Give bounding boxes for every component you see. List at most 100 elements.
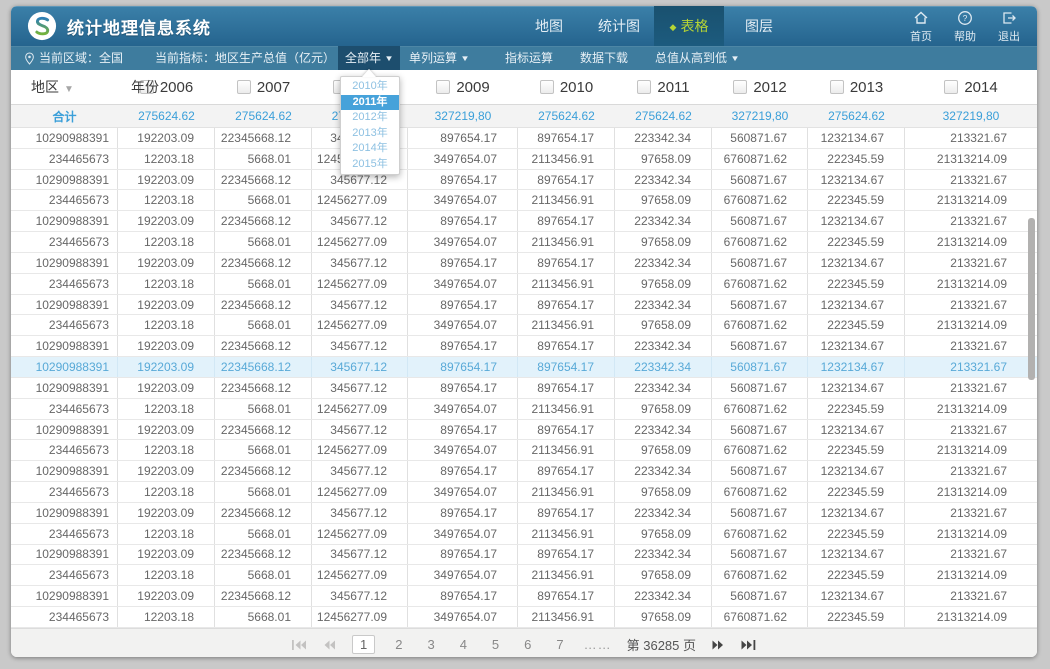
total-value: 327219,80: [712, 109, 808, 123]
table-row[interactable]: 10290988391 192203.09 22345668.12 345677…: [11, 170, 1037, 191]
cell: 12456277.09: [312, 232, 408, 252]
cell: 97658.09: [615, 232, 712, 252]
page-number[interactable]: 1: [352, 635, 375, 654]
cell: 560871.67: [712, 586, 808, 606]
year-dropdown-item[interactable]: 2011年: [341, 95, 399, 111]
table-row[interactable]: 10290988391 192203.09 22345668.12 345677…: [11, 545, 1037, 566]
year-checkbox[interactable]: [237, 80, 251, 94]
last-page-button[interactable]: [740, 639, 757, 651]
year-dropdown-item[interactable]: 2014年: [341, 141, 399, 157]
next-page-button[interactable]: [711, 639, 725, 651]
help-button[interactable]: ? 帮助: [947, 10, 983, 44]
cell: 213321.67: [905, 378, 1037, 398]
year-column-header[interactable]: 2010: [518, 79, 615, 96]
toolbar: 当前区域：全国 当前指标：地区生产总值（亿元） 全部年▼ 单列运算▼ 指标运算 …: [11, 46, 1037, 70]
indicator-operation-button[interactable]: 指标运算: [505, 46, 553, 70]
table-row[interactable]: 234465673 12203.18 5668.01 12456277.09 3…: [11, 524, 1037, 545]
total-value: 275624.62: [518, 109, 615, 123]
year-checkbox[interactable]: [830, 80, 844, 94]
table-row[interactable]: 10290988391 192203.09 22345668.12 345677…: [11, 420, 1037, 441]
cell: 223342.34: [615, 295, 712, 315]
year-checkbox[interactable]: [637, 80, 651, 94]
year-checkbox[interactable]: [944, 80, 958, 94]
table-row[interactable]: 10290988391 192203.09 22345668.12 345677…: [11, 586, 1037, 607]
first-page-button[interactable]: [291, 639, 308, 651]
table-row[interactable]: 10290988391 192203.09 22345668.12 345677…: [11, 336, 1037, 357]
year-dropdown-item[interactable]: 2013年: [341, 126, 399, 142]
cell: 1232134.67: [808, 295, 905, 315]
active-tab-diamond-icon: ◆: [670, 22, 677, 32]
cell: 560871.67: [712, 128, 808, 148]
cell: 192203.09: [118, 545, 215, 565]
cell: 3497654.07: [408, 440, 518, 460]
region-column-header[interactable]: 地区▼: [11, 77, 118, 97]
nav-tab[interactable]: ◆表格: [654, 6, 724, 46]
table-row[interactable]: 10290988391 192203.09 22345668.12 345677…: [11, 128, 1037, 149]
year-checkbox[interactable]: [540, 80, 554, 94]
year-column-header[interactable]: 2012: [712, 79, 808, 96]
table-row[interactable]: 10290988391 192203.09 22345668.12 345677…: [11, 503, 1037, 524]
help-icon: ?: [957, 10, 973, 26]
cell: 213321.67: [905, 420, 1037, 440]
year-column-header[interactable]: 2014: [905, 79, 1037, 96]
cell: 192203.09: [118, 295, 215, 315]
table-row[interactable]: 234465673 12203.18 5668.01 12456277.09 3…: [11, 399, 1037, 420]
cell: 2113456.91: [518, 440, 615, 460]
vertical-scrollbar-thumb[interactable]: [1028, 218, 1035, 380]
year-checkbox[interactable]: [733, 80, 747, 94]
table-row[interactable]: 234465673 12203.18 5668.01 12456277.09 3…: [11, 607, 1037, 628]
table-row[interactable]: 10290988391 192203.09 22345668.12 345677…: [11, 378, 1037, 399]
year-dropdown-item[interactable]: 2015年: [341, 157, 399, 173]
year-dropdown-item[interactable]: 2012年: [341, 110, 399, 126]
table-row[interactable]: 234465673 12203.18 5668.01 12456277.09 3…: [11, 190, 1037, 211]
region-header-label: 地区: [31, 79, 59, 95]
cell-region: 234465673: [11, 565, 118, 585]
cell: 213321.67: [905, 253, 1037, 273]
year-filter-button[interactable]: 全部年▼: [338, 46, 400, 70]
nav-tab[interactable]: ◆统计图: [584, 6, 654, 46]
cell: 897654.17: [408, 211, 518, 231]
table-row[interactable]: 10290988391 192203.09 22345668.12 345677…: [11, 211, 1037, 232]
home-button[interactable]: 首页: [903, 10, 939, 44]
table-row[interactable]: 234465673 12203.18 5668.01 12456277.09 3…: [11, 232, 1037, 253]
nav-tab[interactable]: ◆地图: [514, 6, 584, 46]
cell-region: 234465673: [11, 232, 118, 252]
table-row[interactable]: 10290988391 192203.09 22345668.12 345677…: [11, 461, 1037, 482]
cell: 3497654.07: [408, 149, 518, 169]
nav-tab[interactable]: ◆图层: [724, 6, 794, 46]
table-row[interactable]: 234465673 12203.18 5668.01 12456277.09 3…: [11, 149, 1037, 170]
table-row[interactable]: 234465673 12203.18 5668.01 12456277.09 3…: [11, 315, 1037, 336]
table-row[interactable]: 10290988391 192203.09 22345668.12 345677…: [11, 295, 1037, 316]
table-row[interactable]: 234465673 12203.18 5668.01 12456277.09 3…: [11, 482, 1037, 503]
cell: 897654.17: [408, 545, 518, 565]
logout-button[interactable]: 退出: [991, 10, 1027, 44]
nav-tab-label: 表格: [680, 18, 708, 34]
page-number[interactable]: 4: [455, 636, 472, 653]
sort-order-button[interactable]: 总值从高到低▼: [655, 46, 739, 70]
cell: 213321.67: [905, 586, 1037, 606]
page-number[interactable]: 6: [519, 636, 536, 653]
year-column-header[interactable]: 2013: [808, 79, 905, 96]
cell: 222345.59: [808, 190, 905, 210]
year-dropdown-item[interactable]: 2010年: [341, 79, 399, 95]
table-row[interactable]: 234465673 12203.18 5668.01 12456277.09 3…: [11, 565, 1037, 586]
table-row[interactable]: 10290988391 192203.09 22345668.12 345677…: [11, 357, 1037, 378]
cell: 21313214.09: [905, 440, 1037, 460]
page-number[interactable]: 3: [422, 636, 439, 653]
column-operation-button[interactable]: 单列运算▼: [409, 46, 469, 70]
cell: 1232134.67: [808, 420, 905, 440]
year-column-header[interactable]: 2007: [215, 79, 312, 96]
prev-page-button[interactable]: [323, 639, 337, 651]
table-row[interactable]: 234465673 12203.18 5668.01 12456277.09 3…: [11, 274, 1037, 295]
page-number[interactable]: 7: [551, 636, 568, 653]
page-number[interactable]: 5: [487, 636, 504, 653]
table-row[interactable]: 10290988391 192203.09 22345668.12 345677…: [11, 253, 1037, 274]
cell: 223342.34: [615, 170, 712, 190]
table-row[interactable]: 234465673 12203.18 5668.01 12456277.09 3…: [11, 440, 1037, 461]
year-column-header[interactable]: 2009: [408, 79, 518, 96]
page-number[interactable]: 2: [390, 636, 407, 653]
year-checkbox[interactable]: [436, 80, 450, 94]
year-column-header[interactable]: 2011: [615, 79, 712, 96]
cell: 1232134.67: [808, 128, 905, 148]
data-download-button[interactable]: 数据下载: [580, 46, 628, 70]
